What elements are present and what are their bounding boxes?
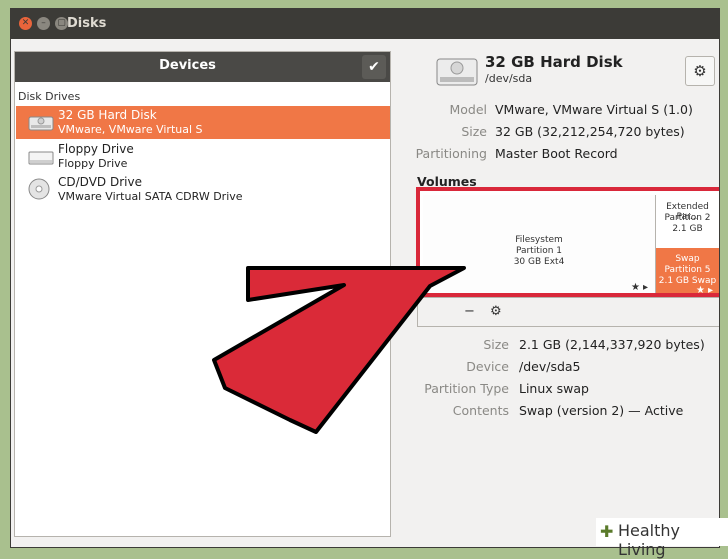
field-key: Contents xyxy=(452,403,509,418)
devices-panel: Devices ✔ Disk Drives 32 GB Hard Disk VM… xyxy=(14,51,391,537)
drive-sub: VMware Virtual SATA CDRW Drive xyxy=(58,190,243,203)
field-key: Size xyxy=(483,337,509,352)
watermark-text: Healthy Living xyxy=(618,521,681,559)
field-value: Linux swap xyxy=(519,381,589,396)
field-value: Master Boot Record xyxy=(495,146,618,161)
disk-details-panel: 32 GB Hard Disk /dev/sda ⚙ Model VMware,… xyxy=(401,51,719,541)
drive-name: Floppy Drive xyxy=(58,142,134,156)
field-key: Size xyxy=(461,124,487,139)
field-key: Model xyxy=(449,102,487,117)
optical-disc-icon xyxy=(28,178,50,200)
gear-icon[interactable]: ⚙ xyxy=(685,56,715,86)
drive-sub: Floppy Drive xyxy=(58,157,128,170)
devices-header: Devices ✔ xyxy=(15,52,390,82)
field-value: 2.1 GB (2,144,337,920 bytes) xyxy=(519,337,705,352)
minimize-icon[interactable]: – xyxy=(37,17,50,30)
close-icon[interactable]: ✕ xyxy=(19,17,32,30)
volume-toolbar: − ⚙ xyxy=(417,301,719,327)
drive-name: 32 GB Hard Disk xyxy=(58,108,157,122)
disks-window: ✕ – ▢ Disks Devices ✔ Disk Drives 32 GB … xyxy=(10,8,720,548)
drive-name: CD/DVD Drive xyxy=(58,175,142,189)
disk-title: 32 GB Hard Disk xyxy=(485,53,623,71)
drive-sub: VMware, VMware Virtual S xyxy=(58,123,203,136)
field-value: Swap (version 2) — Active xyxy=(519,403,684,418)
drive-item-floppy[interactable]: Floppy Drive Floppy Drive xyxy=(16,140,390,173)
field-value: /dev/sda5 xyxy=(519,359,581,374)
field-key: Device xyxy=(466,359,509,374)
field-key: Partitioning xyxy=(415,146,487,161)
field-value: VMware, VMware Virtual S (1.0) xyxy=(495,102,693,117)
disk-drives-label: Disk Drives xyxy=(18,90,81,103)
titlebar: ✕ – ▢ Disks xyxy=(11,9,719,39)
watermark: ✚ Healthy Living xyxy=(596,518,728,559)
hard-disk-icon xyxy=(436,58,478,86)
devices-title: Devices xyxy=(159,58,216,73)
field-key: Partition Type xyxy=(424,381,509,396)
hard-disk-icon xyxy=(28,116,54,131)
remove-partition-button[interactable]: − xyxy=(464,304,475,319)
field-value: 32 GB (32,212,254,720 bytes) xyxy=(495,124,685,139)
volumes-highlight-box xyxy=(416,187,719,297)
health-cross-icon: ✚ xyxy=(600,522,614,541)
check-icon[interactable]: ✔ xyxy=(362,55,386,79)
disk-device: /dev/sda xyxy=(485,72,533,85)
drive-item-hard-disk[interactable]: 32 GB Hard Disk VMware, VMware Virtual S xyxy=(16,106,390,139)
window-title: Disks xyxy=(67,16,107,31)
floppy-drive-icon xyxy=(28,151,54,165)
drive-item-cdrom[interactable]: CD/DVD Drive VMware Virtual SATA CDRW Dr… xyxy=(16,173,390,206)
partition-gear-button[interactable]: ⚙ xyxy=(490,304,502,319)
